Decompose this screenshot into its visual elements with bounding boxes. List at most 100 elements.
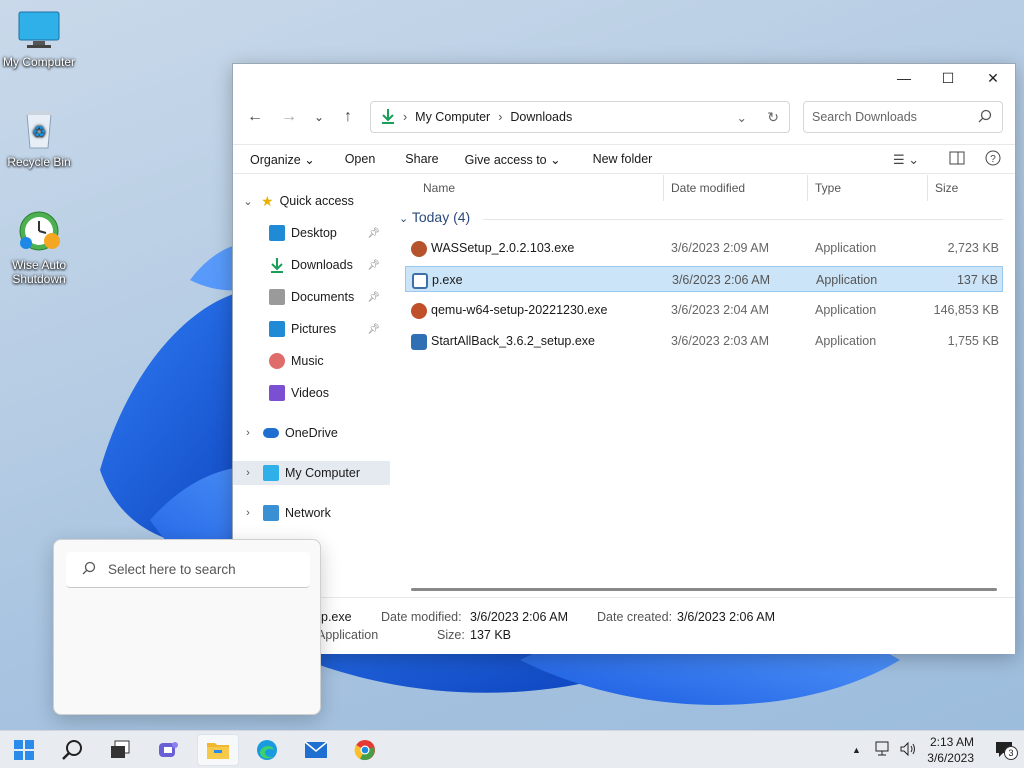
column-divider[interactable] (927, 175, 928, 201)
notification-button[interactable]: 3 (994, 740, 1018, 763)
nav-pictures[interactable]: Pictures 📌︎ (233, 317, 390, 341)
nav-music[interactable]: Music (233, 349, 390, 373)
desktop-icon-label: My Computer (2, 55, 76, 69)
recent-locations-button[interactable]: ⌄ (305, 104, 333, 130)
address-dropdown-icon[interactable]: ⌄ (737, 110, 747, 125)
task-view-button[interactable] (99, 734, 141, 766)
breadcrumb-chevron-icon: › (498, 110, 503, 124)
nav-desktop[interactable]: Desktop 📌︎ (233, 221, 390, 245)
nav-documents[interactable]: Documents 📌︎ (233, 285, 390, 309)
column-header-date[interactable]: Date modified (671, 181, 745, 195)
title-bar: — ☐ ✕ (233, 64, 1015, 92)
view-options-icon[interactable]: ☰ ⌄ (893, 152, 919, 168)
nav-label: My Computer (285, 466, 361, 480)
file-size: 137 KB (956, 273, 998, 287)
nav-label: Music (291, 354, 324, 368)
file-explorer-taskbar-button[interactable] (197, 734, 239, 766)
nav-label: OneDrive (285, 426, 338, 440)
desktop-folder-icon (269, 225, 285, 241)
pin-icon: 📌︎ (367, 227, 380, 239)
app-installer-icon (411, 241, 427, 257)
nav-downloads[interactable]: Downloads 📌︎ (233, 253, 390, 277)
refresh-icon[interactable]: ↻ (767, 109, 779, 126)
horizontal-scrollbar[interactable] (411, 588, 997, 591)
file-size: 1,755 KB (947, 334, 999, 348)
edge-button[interactable] (246, 734, 288, 766)
give-access-button[interactable]: Give access to ⌄ (456, 152, 570, 167)
search-icon (82, 561, 96, 578)
organize-button[interactable]: Organize ⌄ (241, 152, 324, 167)
address-bar[interactable]: › My Computer › Downloads ⌄ ↻ (370, 101, 790, 133)
file-date: 3/6/2023 2:09 AM (671, 241, 769, 255)
close-button[interactable]: ✕ (970, 64, 1016, 92)
group-label: Today (4) (411, 209, 471, 225)
open-button[interactable]: Open (336, 152, 385, 166)
expand-chevron-icon[interactable]: › (241, 507, 255, 519)
chrome-button[interactable] (344, 734, 386, 766)
nav-my-computer[interactable]: › My Computer (233, 461, 390, 485)
start-button[interactable] (3, 734, 45, 766)
share-button[interactable]: Share (396, 152, 447, 166)
expand-chevron-icon[interactable]: › (241, 467, 255, 479)
navigation-row: ← → ⌄ ↑ › My Computer › Downloads ⌄ ↻ Se… (233, 100, 1015, 134)
mail-button[interactable] (295, 734, 337, 766)
search-flyout-input[interactable]: Select here to search (66, 552, 310, 588)
search-button[interactable] (51, 734, 93, 766)
show-hidden-icons-button[interactable]: ▲ (852, 745, 861, 755)
details-size-label: Size: (437, 628, 465, 642)
recycle-bin-icon: ♻ (0, 108, 79, 153)
file-date: 3/6/2023 2:03 AM (671, 334, 769, 348)
command-bar: Organize ⌄ Open Share Give access to ⌄ N… (233, 144, 1015, 174)
new-folder-button[interactable]: New folder (584, 152, 662, 166)
minimize-button[interactable]: — (881, 64, 927, 92)
folder-icon (207, 743, 229, 759)
teams-chat-button[interactable] (147, 734, 189, 766)
back-button[interactable]: ← (241, 104, 269, 130)
help-icon[interactable]: ? (985, 150, 1001, 169)
column-divider[interactable] (663, 175, 664, 201)
network-icon[interactable] (873, 741, 891, 760)
preview-pane-icon[interactable] (949, 151, 965, 168)
details-created-value: 3/6/2023 2:06 AM (677, 610, 775, 624)
nav-videos[interactable]: Videos (233, 381, 390, 405)
file-name: qemu-w64-setup-20221230.exe (431, 303, 608, 317)
column-divider[interactable] (807, 175, 808, 201)
file-row[interactable]: StartAllBack_3.6.2_setup.exe 3/6/2023 2:… (405, 328, 1003, 354)
breadcrumb-my-computer[interactable]: My Computer (415, 110, 490, 124)
file-row[interactable]: qemu-w64-setup-20221230.exe 3/6/2023 2:0… (405, 297, 1003, 323)
nav-label: Videos (291, 386, 329, 400)
file-row-selected[interactable]: p.exe 3/6/2023 2:06 AM Application 137 K… (405, 266, 1003, 292)
file-name: WASSetup_2.0.2.103.exe (431, 241, 575, 255)
volume-icon[interactable] (899, 741, 917, 760)
forward-button[interactable]: → (275, 104, 303, 130)
videos-icon (269, 385, 285, 401)
desktop-icon-recycle-bin[interactable]: ♻ Recycle Bin (0, 108, 79, 169)
nav-network[interactable]: › Network (233, 501, 390, 525)
collapse-chevron-icon[interactable]: ⌄ (241, 195, 255, 208)
nav-label: Documents (291, 290, 355, 304)
nav-onedrive[interactable]: › OneDrive (233, 421, 390, 445)
clock[interactable]: 2:13 AM 3/6/2023 (927, 734, 974, 766)
up-button[interactable]: ↑ (334, 104, 362, 130)
maximize-button[interactable]: ☐ (925, 64, 971, 92)
column-header-name[interactable]: Name (423, 181, 455, 195)
breadcrumb-downloads[interactable]: Downloads (510, 110, 572, 124)
file-row[interactable]: WASSetup_2.0.2.103.exe 3/6/2023 2:09 AM … (405, 235, 1003, 261)
column-header-size[interactable]: Size (935, 181, 958, 195)
desktop-icon-my-computer[interactable]: My Computer (0, 10, 79, 69)
monitor-icon (0, 10, 79, 53)
file-type: Application (815, 241, 877, 255)
desktop-icon-wise-auto-shutdown[interactable]: Wise Auto Shutdown (0, 205, 79, 286)
nav-label: Network (285, 506, 331, 520)
details-size-value: 137 KB (470, 628, 512, 642)
group-header-today[interactable]: ⌄ Today (4) (399, 209, 470, 225)
file-date: 3/6/2023 2:06 AM (672, 273, 770, 287)
taskbar: ▲ 2:13 AM 3/6/2023 3 (0, 730, 1024, 768)
search-downloads-input[interactable]: Search Downloads (803, 101, 1003, 133)
search-flyout-placeholder: Select here to search (108, 562, 236, 577)
nav-quick-access[interactable]: ⌄ ★ Quick access (233, 189, 390, 213)
file-explorer-window: — ☐ ✕ ← → ⌄ ↑ › My Computer › Downloads … (232, 63, 1016, 654)
column-header-type[interactable]: Type (815, 181, 841, 195)
expand-chevron-icon[interactable]: › (241, 427, 255, 439)
music-icon (269, 353, 285, 369)
